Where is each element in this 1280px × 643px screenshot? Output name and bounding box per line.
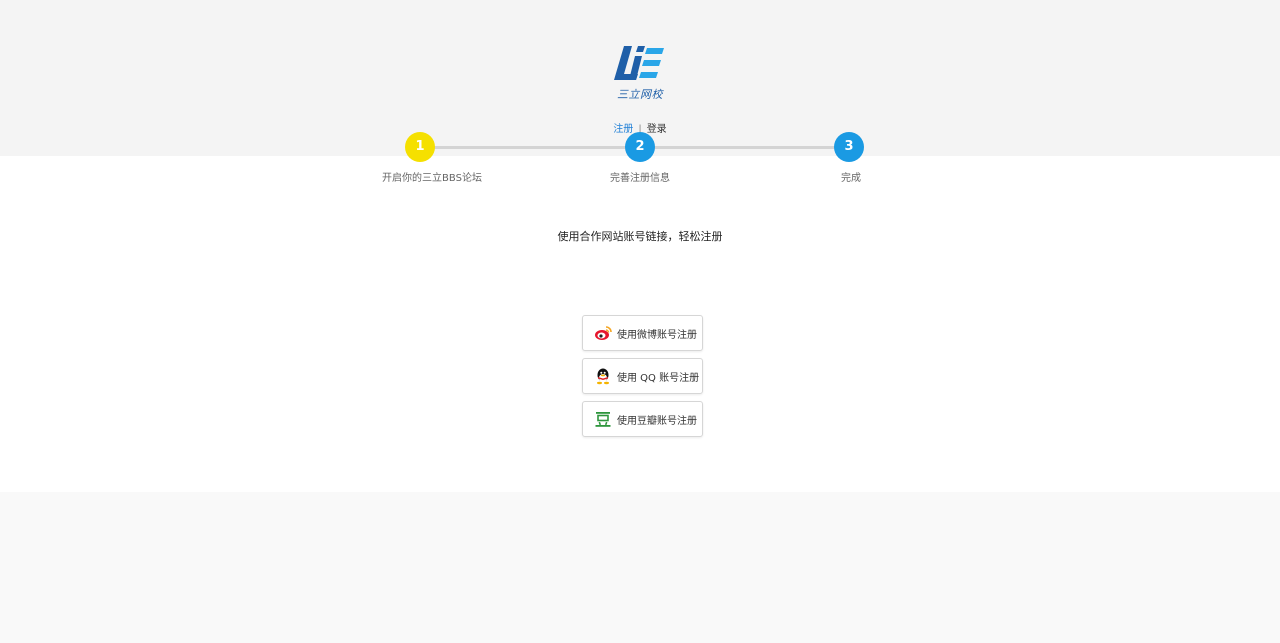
qq-icon — [597, 368, 609, 385]
qq-register-label: 使用 QQ 账号注册 — [617, 372, 700, 384]
weibo-register-button[interactable]: 使用微博账号注册 — [582, 315, 703, 351]
register-link[interactable]: 注册 — [613, 124, 633, 135]
weibo-icon — [595, 326, 612, 340]
step-1-label: 开启你的三立BBS论坛 — [382, 173, 482, 184]
step-2-circle: 2 — [625, 132, 655, 162]
step-1-circle: 1 — [405, 132, 435, 162]
step-3-circle: 3 — [834, 132, 864, 162]
step-2-label: 完善注册信息 — [610, 173, 670, 184]
douban-register-button[interactable]: 使用豆瓣账号注册 — [582, 401, 703, 437]
qq-register-button[interactable]: 使用 QQ 账号注册 — [582, 358, 703, 394]
logo-text: 三立网校 — [617, 88, 663, 101]
weibo-register-label: 使用微博账号注册 — [617, 329, 697, 341]
douban-icon — [595, 412, 611, 427]
douban-register-label: 使用豆瓣账号注册 — [617, 415, 697, 427]
page-heading: 使用合作网站账号链接，轻松注册 — [557, 230, 723, 243]
login-link[interactable]: 登录 — [647, 124, 667, 135]
step-3-label: 完成 — [841, 173, 861, 184]
